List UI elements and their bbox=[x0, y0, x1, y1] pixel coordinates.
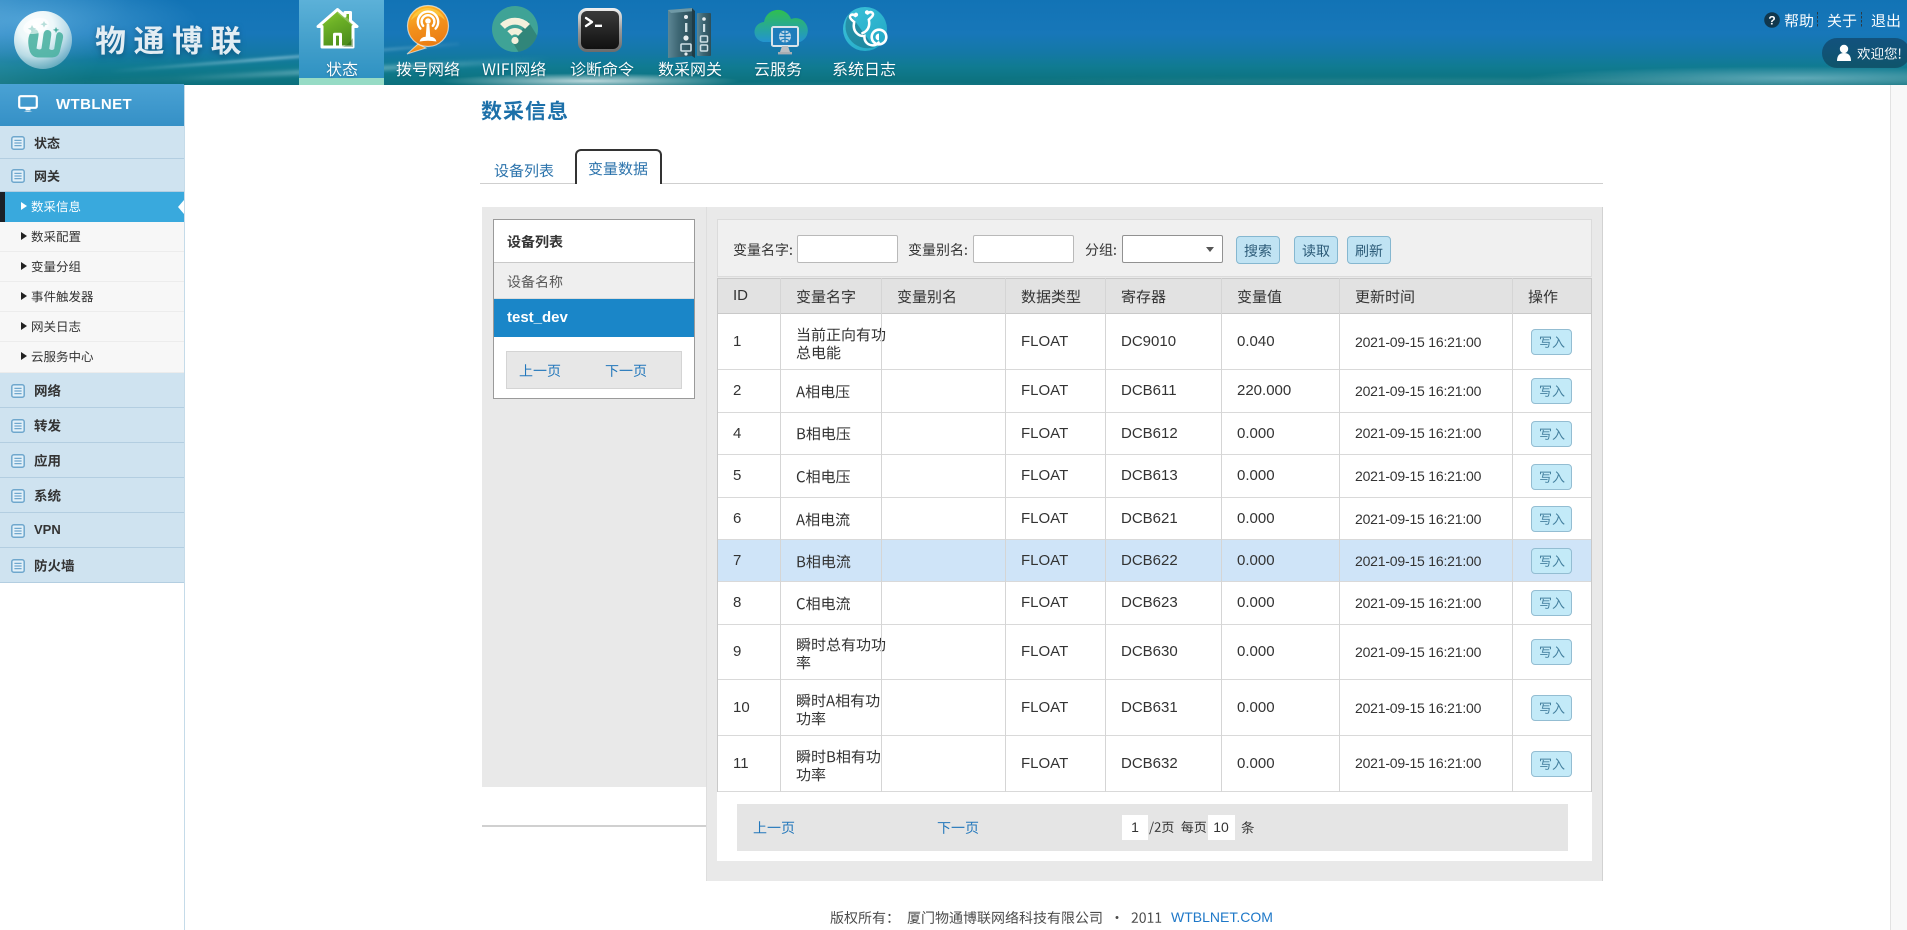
svg-text:?: ? bbox=[1768, 14, 1775, 28]
